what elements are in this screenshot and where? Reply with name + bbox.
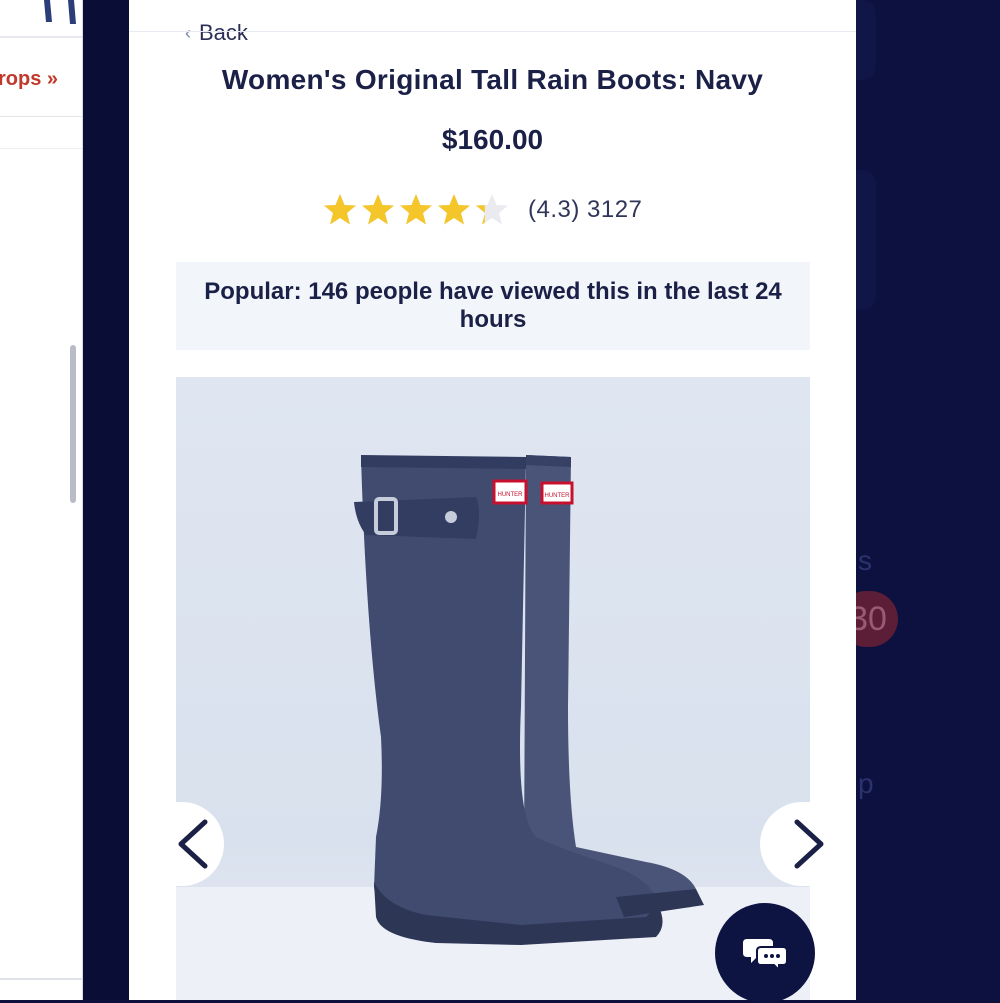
background-divider — [0, 116, 82, 117]
brand-tag: HUNTER — [545, 493, 571, 499]
chevron-left-icon — [178, 819, 208, 869]
background-divider — [0, 148, 82, 149]
product-title: Women's Original Tall Rain Boots: Navy — [221, 64, 764, 95]
star-icon — [474, 192, 510, 228]
chevron-right-icon — [794, 819, 824, 869]
popularity-text: Popular: 146 people have viewed this in … — [204, 278, 782, 333]
product-price: $160.00 — [441, 124, 544, 155]
background-text: s — [858, 545, 872, 576]
background-promo-link[interactable]: rops » — [0, 68, 58, 91]
star-icon — [398, 192, 434, 228]
modal-overlay[interactable] — [83, 0, 129, 1000]
back-link[interactable]: ‹ Back — [185, 20, 248, 46]
chat-bubbles-icon — [743, 939, 787, 971]
star-icon — [436, 192, 472, 228]
next-image-button[interactable] — [760, 802, 856, 886]
product-rating[interactable]: (4.3) 3127 — [322, 190, 642, 230]
background-divider — [0, 978, 82, 980]
product-quickview-modal: ‹ Back Women's Original Tall Rain Boots:… — [129, 0, 856, 1000]
popularity-banner: Popular: 146 people have viewed this in … — [176, 262, 810, 350]
background-product-thumbnail — [44, 0, 76, 24]
background-page-left: rops » — [0, 0, 83, 1000]
back-label: Back — [199, 20, 248, 45]
background-scrollbar[interactable] — [70, 345, 76, 503]
star-icon — [322, 192, 358, 228]
rating-stars — [322, 192, 510, 228]
background-text: p — [858, 768, 874, 799]
brand-tag: HUNTER — [498, 492, 524, 498]
chat-button[interactable] — [715, 903, 815, 1003]
rating-summary: (4.3) 3127 — [528, 196, 643, 223]
background-divider — [0, 36, 82, 38]
background-page-right: s p — [846, 0, 1000, 1000]
header-divider — [129, 31, 856, 32]
rain-boots-illustration: HUNTER HUNTER — [354, 455, 704, 945]
star-icon — [360, 192, 396, 228]
product-image[interactable]: HUNTER HUNTER — [176, 377, 810, 1000]
chevron-left-icon: ‹ — [185, 22, 191, 43]
